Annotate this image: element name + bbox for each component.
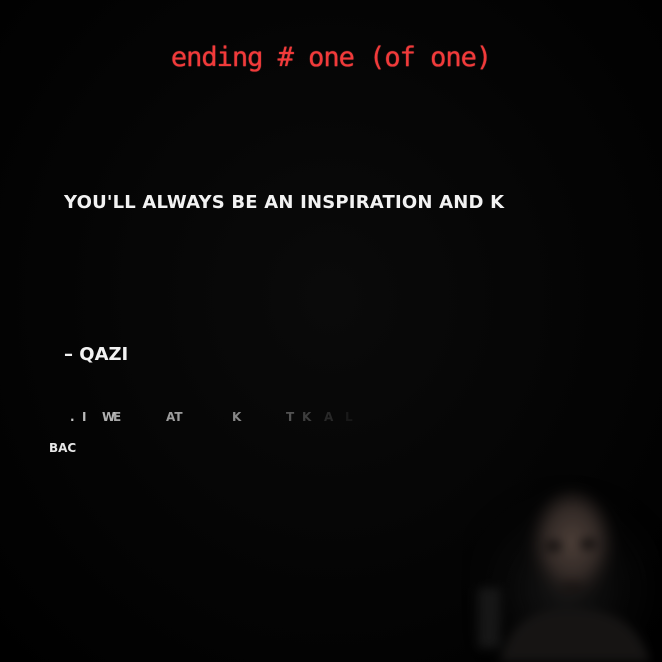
fading-fragment: A [324, 410, 334, 424]
ending-screen: ending # one (of one) YOU'LL ALWAYS BE A… [0, 0, 662, 662]
back-button[interactable]: BAC [49, 441, 76, 455]
fading-fragment: K [232, 410, 242, 424]
fading-fragment: . [70, 410, 75, 424]
ending-title: ending # one (of one) [170, 42, 492, 73]
fading-fragment: I [82, 410, 87, 424]
quote-signature: – QAZI [64, 344, 129, 365]
fading-fragment: T [286, 410, 295, 424]
character-portrait [470, 478, 662, 662]
fading-fragment: E [113, 410, 122, 424]
fading-fragment: L [345, 410, 353, 424]
fading-fragment: AT [166, 410, 183, 424]
fading-fragment: K [302, 410, 312, 424]
quote-text: YOU'LL ALWAYS BE AN INSPIRATION AND K [64, 192, 505, 213]
fading-text-row: . I W E AT K T K A L [70, 410, 390, 428]
